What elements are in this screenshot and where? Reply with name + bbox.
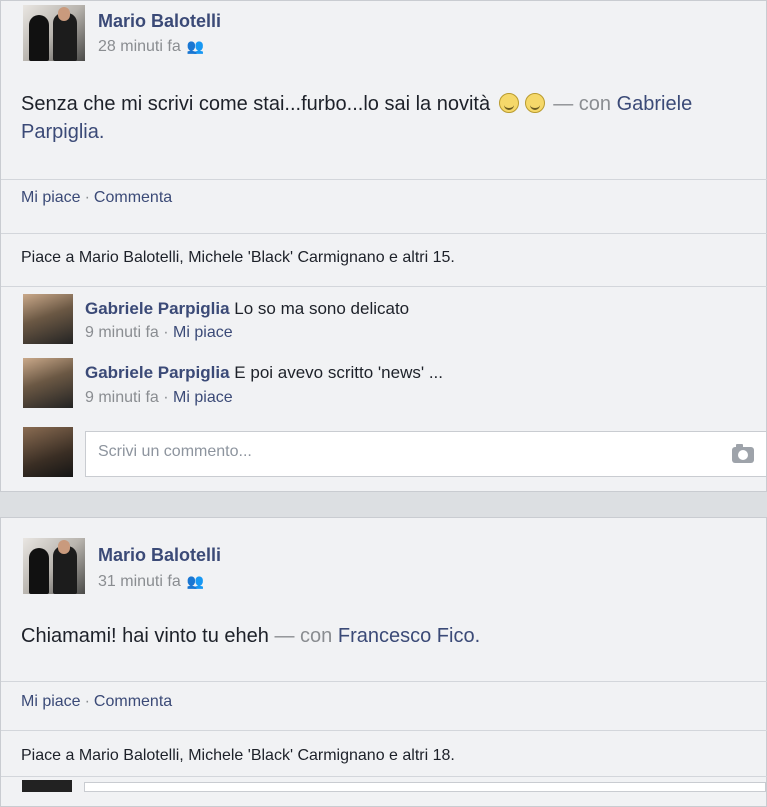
divider	[1, 233, 767, 234]
comment-like-link[interactable]: Mi piace	[173, 389, 233, 406]
commenter-name[interactable]: Gabriele Parpiglia	[85, 299, 230, 318]
divider	[1, 286, 767, 287]
my-avatar[interactable]	[22, 780, 72, 792]
comment-link[interactable]: Commenta	[94, 189, 172, 206]
tagged-person-cont[interactable]: Parpiglia.	[21, 121, 104, 143]
friends-icon: 👥	[186, 573, 205, 589]
author-name[interactable]: Mario Balotelli	[98, 11, 221, 32]
comment-placeholder[interactable]: Scrivi un commento...	[98, 443, 252, 461]
post-actions: Mi piace · Commenta	[21, 189, 173, 206]
post-time[interactable]: 28 minuti fa 👥	[98, 38, 204, 56]
comment-time[interactable]: 9 minuti fa	[85, 389, 159, 406]
comment-text: Lo so ma sono delicato	[234, 299, 410, 318]
tagged-person[interactable]: Gabriele	[617, 93, 693, 115]
likes-summary[interactable]: Piace a Mario Balotelli, Michele 'Black'…	[21, 747, 455, 765]
commenter-name[interactable]: Gabriele Parpiglia	[85, 363, 230, 382]
comment-body: Gabriele Parpiglia Lo so ma sono delicat…	[85, 299, 409, 319]
comment-input[interactable]: Scrivi un commento...	[85, 431, 767, 477]
comment-time[interactable]: 9 minuti fa	[85, 324, 159, 341]
post-text: Chiamami! hai vinto tu eheh — con France…	[21, 622, 766, 650]
divider	[1, 681, 767, 682]
friends-icon: 👥	[186, 38, 205, 54]
post-actions: Mi piace · Commenta	[21, 693, 173, 710]
post-card: Mario Balotelli 28 minuti fa 👥 Senza che …	[0, 0, 767, 492]
divider	[1, 179, 767, 180]
with-separator: — con	[274, 625, 333, 647]
comment-body: Gabriele Parpiglia E poi avevo scritto '…	[85, 363, 443, 383]
author-name[interactable]: Mario Balotelli	[98, 545, 221, 566]
divider	[1, 730, 767, 731]
comment-text: E poi avevo scritto 'news' ...	[234, 363, 443, 382]
with-separator: — con	[553, 93, 612, 115]
like-link[interactable]: Mi piace	[21, 693, 81, 710]
comment-meta: 9 minuti fa · Mi piace	[85, 324, 233, 341]
post-card: Mario Balotelli 31 minuti fa 👥 Chiamami! …	[0, 517, 767, 807]
post-text: Senza che mi scrivi come stai...furbo...…	[21, 90, 766, 146]
author-avatar[interactable]	[23, 5, 85, 61]
post-message: Senza che mi scrivi come stai...furbo...…	[21, 93, 491, 115]
smiley-icon	[498, 93, 519, 113]
post-time-label[interactable]: 28 minuti fa	[98, 38, 181, 55]
commenter-avatar[interactable]	[23, 294, 73, 344]
comment-meta: 9 minuti fa · Mi piace	[85, 389, 233, 406]
divider	[1, 776, 767, 777]
smiley-icon	[524, 93, 545, 113]
post-time[interactable]: 31 minuti fa 👥	[98, 573, 204, 591]
like-link[interactable]: Mi piace	[21, 189, 81, 206]
comment-like-link[interactable]: Mi piace	[173, 324, 233, 341]
author-avatar[interactable]	[23, 538, 85, 594]
commenter-avatar[interactable]	[23, 358, 73, 408]
post-time-label[interactable]: 31 minuti fa	[98, 573, 181, 590]
likes-summary[interactable]: Piace a Mario Balotelli, Michele 'Black'…	[21, 249, 455, 267]
comment-link[interactable]: Commenta	[94, 693, 172, 710]
tagged-person[interactable]: Francesco Fico.	[338, 625, 480, 647]
comment-input[interactable]	[84, 782, 766, 792]
camera-icon[interactable]	[732, 444, 754, 463]
post-message: Chiamami! hai vinto tu eheh	[21, 625, 269, 647]
my-avatar[interactable]	[23, 427, 73, 477]
